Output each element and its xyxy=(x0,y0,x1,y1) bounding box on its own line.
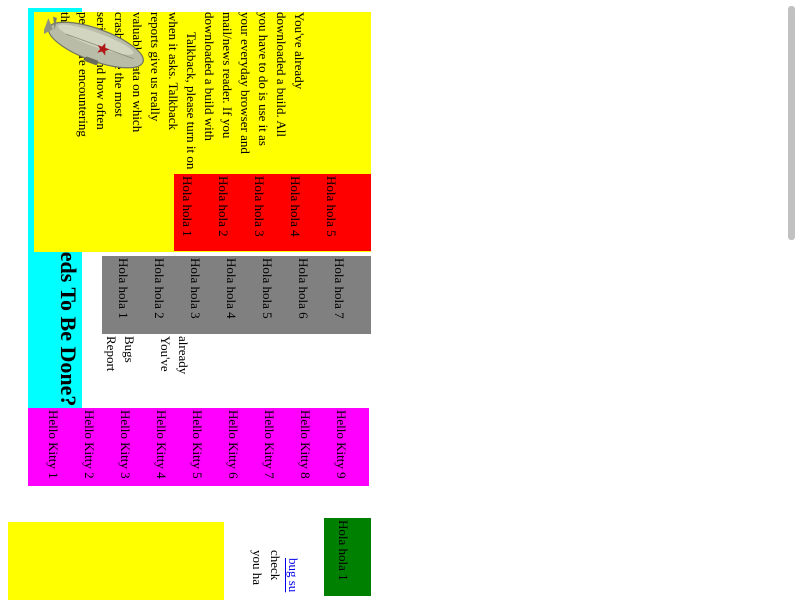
list-item: Hello Kitty 3 xyxy=(118,410,133,479)
list-item: Hola hola 1 xyxy=(336,520,351,581)
page-scrollbar-thumb[interactable] xyxy=(788,6,795,240)
list-item: Hola hola 1 xyxy=(180,176,195,237)
page-heading: What Needs To Be Done? xyxy=(56,167,81,406)
zeppelin-image xyxy=(44,16,144,69)
bottom-text-column: you ha check bug su xyxy=(240,550,310,600)
list-item: Hola hola 6 xyxy=(296,258,311,319)
list-item: Hello Kitty 8 xyxy=(298,410,313,479)
list-item: Hola hola 4 xyxy=(288,176,303,237)
list-item: Hello Kitty 5 xyxy=(190,410,205,479)
list-item: Hello Kitty 7 xyxy=(262,410,277,479)
list-item: Hola hola 5 xyxy=(260,258,275,319)
body-line: downloaded a build. All xyxy=(274,12,289,137)
list-item: Hello Kitty 1 xyxy=(46,410,61,479)
bug-submit-link-wrap: bug su xyxy=(284,558,302,592)
body-line: Talkback, please turn it on xyxy=(184,32,199,170)
body-line: your everyday browser and xyxy=(238,12,253,154)
list-item: Hola hola 4 xyxy=(224,258,239,319)
list-item: Hola hola 3 xyxy=(252,176,267,237)
list-item: Hello Kitty 9 xyxy=(334,410,349,479)
bug-submit-link[interactable]: bug su xyxy=(286,558,301,592)
list-item: Hello Kitty 6 xyxy=(226,410,241,479)
word-bugs: Bugs xyxy=(122,336,137,363)
list-item: Hola hola 2 xyxy=(216,176,231,237)
list-item: Hola hola 2 xyxy=(152,258,167,319)
body-line: You've already xyxy=(292,12,307,90)
list-item: Hello Kitty 4 xyxy=(154,410,169,479)
list-item: Hola hola 1 xyxy=(116,258,131,319)
list-item: Hello Kitty 2 xyxy=(82,410,97,479)
body-line: you have to do is use it as xyxy=(256,12,271,146)
body-line: when it asks. Talkback xyxy=(166,12,181,130)
kitty-list-panel: Hello Kitty 1 Hello Kitty 2 Hello Kitty … xyxy=(28,408,369,486)
list-item: Hola hola 7 xyxy=(332,258,347,319)
list-item: Hola hola 5 xyxy=(324,176,339,237)
bottom-line: you ha xyxy=(250,550,265,586)
word-already: already xyxy=(176,336,191,375)
gray-list-panel: Hola hola 1 Hola hola 2 Hola hola 3 Hola… xyxy=(102,256,371,334)
word-report: Report xyxy=(104,336,119,372)
word-youve: You've xyxy=(158,336,173,372)
body-line: mail/news reader. If you xyxy=(220,12,235,139)
bottom-line: check xyxy=(268,550,283,581)
list-item: Hola hola 3 xyxy=(188,258,203,319)
body-line: reports give us really xyxy=(148,12,163,122)
body-line: downloaded a build with xyxy=(202,12,217,141)
bottom-yellow-block xyxy=(8,522,224,600)
red-list: Hola hola 1 Hola hola 2 Hola hola 3 Hola… xyxy=(176,176,370,248)
